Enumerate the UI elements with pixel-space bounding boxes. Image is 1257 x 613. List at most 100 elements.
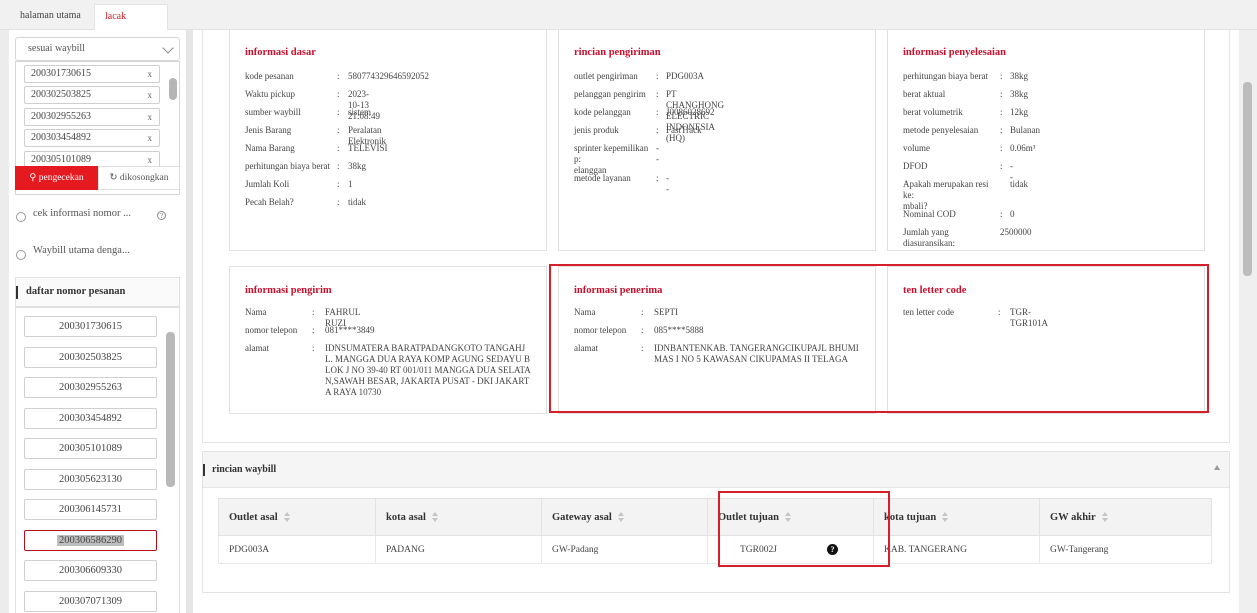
remove-chip-icon[interactable]: x xyxy=(148,109,153,125)
basic-info-title: informasi dasar xyxy=(245,47,316,58)
search-button[interactable]: ⚲ pengecekan xyxy=(15,166,98,190)
row-key: sumber waybill xyxy=(245,107,301,117)
colon: : xyxy=(1000,89,1003,99)
sort-icon[interactable] xyxy=(283,512,290,523)
tab-halaman-utama[interactable]: halaman utama xyxy=(10,4,93,30)
column-header[interactable]: Gateway asal xyxy=(541,498,708,536)
row-value: 580774329646592052 xyxy=(348,71,429,81)
order-item[interactable]: 200306145731 xyxy=(24,499,157,520)
column-header[interactable]: kota asal xyxy=(375,498,542,536)
sort-icon[interactable] xyxy=(942,512,949,523)
order-number: 200306145731 xyxy=(59,504,122,515)
collapse-caret-icon[interactable] xyxy=(1214,465,1220,470)
remove-chip-icon[interactable]: x xyxy=(148,66,153,82)
order-item[interactable]: 200305623130 xyxy=(24,469,157,490)
colon: : xyxy=(337,161,340,171)
table-cell: KAB. TANGERANG xyxy=(873,535,1040,564)
order-list-title: daftar nomor pesanan xyxy=(26,286,126,297)
colon: : xyxy=(1000,125,1003,135)
panel-divider xyxy=(186,30,193,613)
row-value: -- xyxy=(656,143,659,164)
table-cell: PADANG xyxy=(375,535,542,564)
order-item[interactable]: 200301730615 xyxy=(24,316,157,337)
colon: : xyxy=(312,343,315,353)
sort-icon[interactable] xyxy=(617,512,624,523)
row-value: TELEVISI xyxy=(348,143,388,153)
column-header[interactable]: Outlet asal xyxy=(218,498,376,536)
order-list-scrollbar[interactable] xyxy=(166,332,175,487)
remove-chip-icon[interactable]: x xyxy=(148,87,153,103)
row-value: J0086028692 xyxy=(666,107,715,117)
row-key: Jumlah Koli xyxy=(245,179,290,189)
colon: : xyxy=(337,143,340,153)
help-icon[interactable]: ? xyxy=(157,211,166,220)
highlight-box-outlet-tujuan xyxy=(718,491,890,567)
colon: : xyxy=(1000,107,1003,117)
colon: : xyxy=(337,197,340,207)
order-item[interactable]: 200306609330 xyxy=(24,560,157,581)
settlement-info-title: informasi penyelesaian xyxy=(903,47,1006,58)
radio-option-1-label[interactable]: cek informasi nomor ... xyxy=(33,208,131,219)
row-key: Nominal COD xyxy=(903,209,956,219)
chip-label: 200302955263 xyxy=(31,111,91,122)
row-key: Jenis Barang xyxy=(245,125,292,135)
waybill-details-header[interactable]: rincian waybill xyxy=(203,452,1229,488)
row-key: alamat xyxy=(245,343,269,353)
waybill-chip: 200301730615 x xyxy=(24,65,160,83)
row-value: 2500000 xyxy=(1000,227,1032,237)
sort-icon[interactable] xyxy=(431,512,438,523)
radio-option-2-label[interactable]: Waybill utama denga... xyxy=(33,245,130,256)
info-cards-container: informasi dasar kode pesanan:58077432964… xyxy=(202,30,1230,443)
colon: : xyxy=(656,107,659,117)
order-number: 200305101089 xyxy=(59,443,122,454)
colon: : xyxy=(1000,209,1003,219)
address-line: A RAYA 10730 xyxy=(325,387,382,397)
tab-lacak-paket[interactable]: lacak paket× xyxy=(94,4,168,47)
row-key-line: sprinter kepemilikan p: xyxy=(574,143,649,164)
chip-list-scrollbar[interactable] xyxy=(169,78,177,100)
sort-icon[interactable] xyxy=(1101,512,1108,523)
basic-info-card: informasi dasar kode pesanan:58077432964… xyxy=(229,30,547,251)
order-item[interactable]: 200302955263 xyxy=(24,377,157,398)
column-header[interactable]: GW akhir xyxy=(1039,498,1212,536)
row-key: volume xyxy=(903,143,930,153)
row-key: Nama xyxy=(245,307,267,317)
shipping-details-title: rincian pengiriman xyxy=(574,47,661,58)
order-number: 200302503825 xyxy=(59,352,122,363)
order-item[interactable]: 200302503825 xyxy=(24,347,157,368)
main-scrollbar-thumb[interactable] xyxy=(1243,82,1252,276)
refresh-icon: ↻ xyxy=(109,173,118,183)
colon: : xyxy=(337,179,340,189)
column-header[interactable]: kota tujuan xyxy=(873,498,1040,536)
order-list-header: daftar nomor pesanan xyxy=(15,277,180,307)
address-line: N,SAWAH BESAR, JAKARTA PUSAT - DKI JAKAR… xyxy=(325,376,530,386)
tab-bar: halaman utama lacak paket× xyxy=(0,0,1257,47)
row-value: FastTrack xyxy=(666,125,702,135)
row-key-line: Apakah merupakan resi ke: xyxy=(903,179,989,200)
colon: : xyxy=(312,307,315,317)
row-value: 38kg xyxy=(348,161,366,171)
row-value: sistem xyxy=(348,107,372,117)
remove-chip-icon[interactable]: x xyxy=(148,130,153,146)
order-item-selected[interactable]: 200306586290 xyxy=(24,530,157,551)
order-number: 200307071309 xyxy=(59,596,122,607)
chip-label: 200301730615 xyxy=(31,68,91,79)
clear-button-label: dikosongkan xyxy=(119,173,169,183)
table-cell: GW-Tangerang xyxy=(1039,535,1212,564)
order-item[interactable]: 200303454892 xyxy=(24,408,157,429)
table-header-row: Outlet asal kota asal Gateway asal Outle… xyxy=(218,498,1212,536)
main-scrollbar[interactable] xyxy=(1239,30,1257,613)
order-item[interactable]: 200305101089 xyxy=(24,438,157,459)
row-key: sprinter kepemilikan p: elanggan xyxy=(574,143,656,176)
order-item[interactable]: 200307071309 xyxy=(24,591,157,612)
colon: : xyxy=(656,89,659,99)
row-value: 1 xyxy=(348,179,353,189)
row-key: DFOD xyxy=(903,161,928,171)
address-line: L. MANGGA DUA RAYA KOMP AGUNG SEDAYU B xyxy=(325,354,531,364)
row-key: Jumlah yang diasuransikan: xyxy=(903,227,955,248)
row-value: tidak xyxy=(348,197,366,207)
clear-button[interactable]: ↻ dikosongkan xyxy=(98,166,180,190)
radio-option-2[interactable] xyxy=(16,250,26,260)
radio-option-1[interactable] xyxy=(16,212,26,222)
search-mode-select[interactable]: sesuai waybill xyxy=(15,37,180,61)
